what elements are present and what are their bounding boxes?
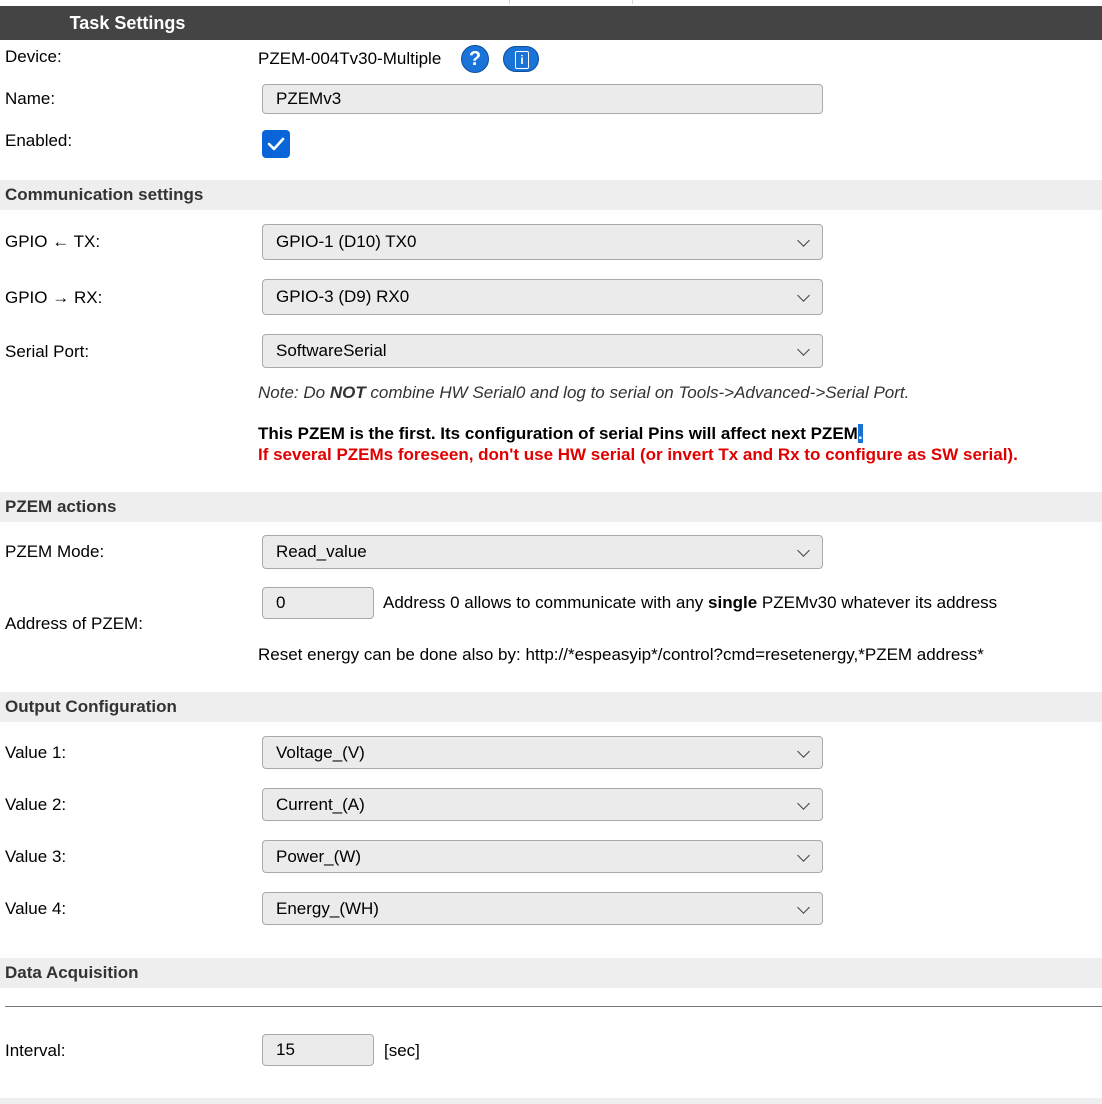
interval-input[interactable]: 15 bbox=[262, 1034, 374, 1066]
chevron-down-icon bbox=[797, 544, 810, 557]
chevron-down-icon bbox=[797, 797, 810, 810]
checkmark-icon bbox=[267, 137, 285, 151]
info-glyph: i bbox=[515, 51, 529, 69]
interval-value: 15 bbox=[276, 1040, 295, 1059]
value-4-select[interactable]: Energy_(WH) bbox=[262, 892, 823, 925]
data-acquisition-section-title: Data Acquisition bbox=[5, 963, 139, 982]
next-section-band bbox=[0, 1098, 1102, 1104]
text-selection: . bbox=[857, 424, 863, 443]
tab-divider bbox=[509, 0, 510, 4]
interval-label: Interval: bbox=[5, 1041, 66, 1060]
pzem-address-input[interactable]: 0 bbox=[262, 587, 374, 619]
address-hint: Address 0 allows to communicate with any… bbox=[383, 593, 997, 613]
first-pzem-warning-text: This PZEM is the first. Its configuratio… bbox=[258, 424, 858, 443]
chevron-down-icon bbox=[797, 234, 810, 247]
value-2-label: Value 2: bbox=[5, 795, 67, 814]
tab-divider bbox=[632, 0, 633, 4]
value-1-value: Voltage_(V) bbox=[276, 743, 365, 762]
value-2-value: Current_(A) bbox=[276, 795, 365, 814]
gpio-rx-select[interactable]: GPIO-3 (D9) RX0 bbox=[262, 279, 823, 315]
serial-note-text: Note: Do bbox=[258, 383, 330, 402]
pzem-address-value: 0 bbox=[276, 593, 286, 612]
name-label: Name: bbox=[5, 89, 56, 108]
data-acquisition-section: Data Acquisition bbox=[0, 958, 1102, 988]
pzem-address-label: Address of PZEM: bbox=[5, 614, 143, 633]
info-icon[interactable]: i bbox=[503, 46, 539, 72]
gpio-tx-select[interactable]: GPIO-1 (D10) TX0 bbox=[262, 224, 823, 260]
pzem-mode-select[interactable]: Read_value bbox=[262, 535, 823, 569]
pzem-mode-value: Read_value bbox=[276, 542, 367, 561]
task-settings-header: Task Settings bbox=[0, 6, 1102, 40]
chevron-down-icon bbox=[797, 745, 810, 758]
output-configuration-section: Output Configuration bbox=[0, 692, 1102, 722]
communication-section-title: Communication settings bbox=[5, 185, 204, 204]
pzem-actions-section: PZEM actions bbox=[0, 492, 1102, 522]
page-title: Task Settings bbox=[69, 13, 186, 33]
pzem-mode-label: PZEM Mode: bbox=[5, 542, 105, 561]
enabled-checkbox[interactable] bbox=[262, 130, 290, 158]
address-hint-text: Address 0 allows to communicate with any bbox=[383, 593, 709, 612]
serial-note: Note: Do NOT combine HW Serial0 and log … bbox=[258, 383, 909, 403]
value-1-select[interactable]: Voltage_(V) bbox=[262, 736, 823, 769]
value-3-value: Power_(W) bbox=[276, 847, 362, 866]
question-icon[interactable]: ? bbox=[461, 45, 489, 73]
divider bbox=[5, 1006, 1102, 1007]
serial-note-text-end: combine HW Serial0 and log to serial on … bbox=[365, 383, 910, 402]
gpio-tx-label: GPIO ← TX: bbox=[5, 232, 101, 251]
address-hint-bold: single bbox=[708, 593, 758, 612]
question-glyph: ? bbox=[468, 48, 482, 70]
chevron-down-icon bbox=[797, 343, 810, 356]
name-input[interactable]: PZEMv3 bbox=[262, 84, 823, 114]
gpio-tx-value: GPIO-1 (D10) TX0 bbox=[276, 232, 417, 251]
gpio-rx-label: GPIO → RX: bbox=[5, 288, 103, 307]
value-3-label: Value 3: bbox=[5, 847, 67, 866]
value-1-label: Value 1: bbox=[5, 743, 67, 762]
serial-port-value: SoftwareSerial bbox=[276, 341, 387, 360]
address-hint-text-end: PZEMv30 whatever its address bbox=[757, 593, 998, 612]
chevron-down-icon bbox=[797, 901, 810, 914]
enabled-label: Enabled: bbox=[5, 131, 73, 150]
value-3-select[interactable]: Power_(W) bbox=[262, 840, 823, 873]
device-label: Device: bbox=[5, 47, 62, 66]
device-value: PZEM-004Tv30-Multiple bbox=[258, 49, 442, 68]
gpio-rx-value: GPIO-3 (D9) RX0 bbox=[276, 287, 410, 306]
output-configuration-section-title: Output Configuration bbox=[5, 697, 177, 716]
interval-unit: [sec] bbox=[384, 1041, 420, 1060]
value-2-select[interactable]: Current_(A) bbox=[262, 788, 823, 821]
serial-port-select[interactable]: SoftwareSerial bbox=[262, 334, 823, 368]
communication-section: Communication settings bbox=[0, 180, 1102, 210]
value-4-value: Energy_(WH) bbox=[276, 899, 379, 918]
chevron-down-icon bbox=[797, 289, 810, 302]
reset-energy-note: Reset energy can be done also by: http:/… bbox=[258, 645, 984, 664]
chevron-down-icon bbox=[797, 849, 810, 862]
hw-serial-warning: If several PZEMs foreseen, don't use HW … bbox=[258, 445, 1018, 464]
value-4-label: Value 4: bbox=[5, 899, 67, 918]
serial-note-bold: NOT bbox=[329, 383, 366, 402]
name-input-value: PZEMv3 bbox=[276, 89, 342, 108]
first-pzem-warning: This PZEM is the first. Its configuratio… bbox=[258, 424, 863, 444]
pzem-actions-section-title: PZEM actions bbox=[5, 497, 117, 516]
serial-port-label: Serial Port: bbox=[5, 342, 90, 361]
